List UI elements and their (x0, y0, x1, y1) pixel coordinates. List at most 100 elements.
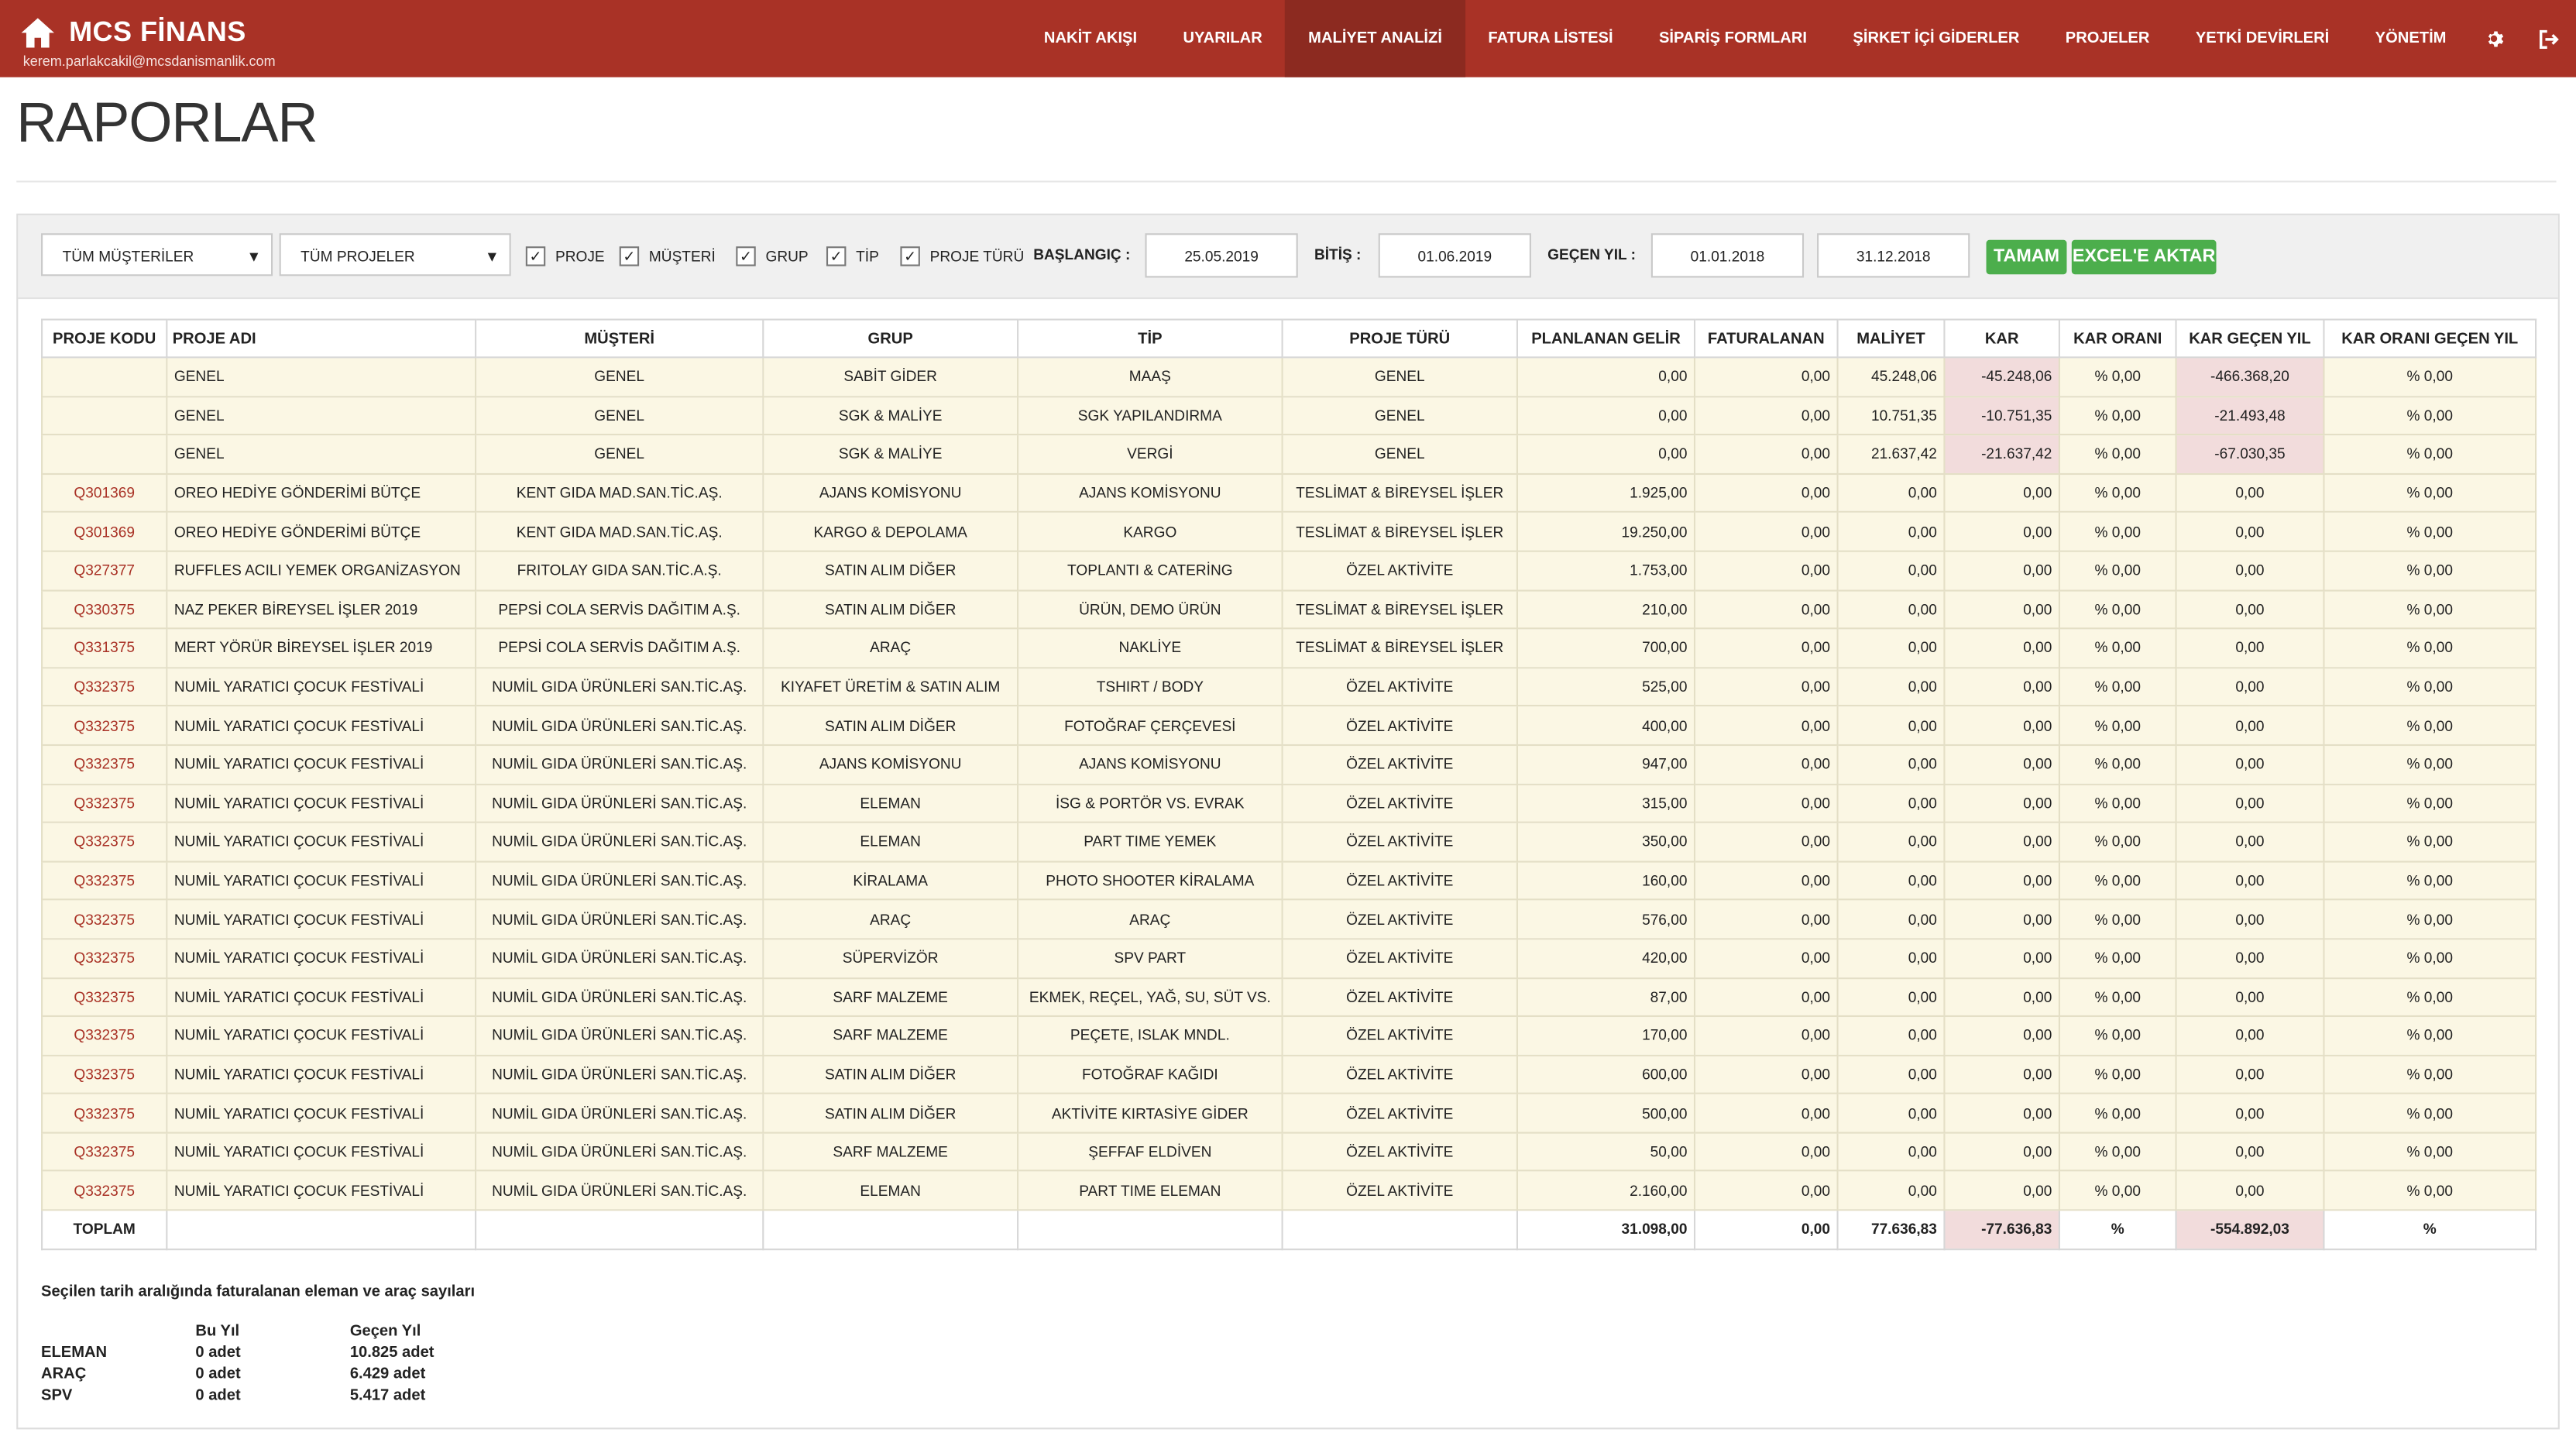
table-row[interactable]: Q332375 NUMİL YARATICI ÇOCUK FESTİVALİ NUM… (41, 666, 2537, 707)
brand[interactable]: MCS FİNANS (19, 16, 246, 49)
table-row[interactable]: Q330375 NAZ PEKER BİREYSEL İŞLER 2019 PEPS… (41, 589, 2537, 630)
cell-profit-last-year: 0,00 (2175, 898, 2325, 940)
checkbox-checked-icon[interactable]: ✓ (900, 246, 920, 266)
checkbox-grup[interactable]: ✓ GRUP (736, 246, 809, 266)
cell-project-code[interactable]: Q332375 (41, 1054, 168, 1095)
cell-project-code[interactable]: Q301369 (41, 472, 168, 513)
end-date-input[interactable]: 01.06.2019 (1378, 233, 1531, 278)
nav-item-uyarilar[interactable]: UYARILAR (1160, 0, 1286, 77)
table-row[interactable]: Q332375 NUMİL YARATICI ÇOCUK FESTİVALİ NUM… (41, 1170, 2537, 1211)
table-row[interactable]: Q332375 NUMİL YARATICI ÇOCUK FESTİVALİ NUM… (41, 1132, 2537, 1173)
cell-project-code[interactable]: Q332375 (41, 938, 168, 979)
cell-cost: 0,00 (1836, 666, 1946, 707)
table-row[interactable]: Q332375 NUMİL YARATICI ÇOCUK FESTİVALİ NUM… (41, 898, 2537, 940)
cell-project-code[interactable]: Q332375 (41, 1015, 168, 1056)
checkbox-proje[interactable]: ✓ PROJE (525, 246, 605, 266)
nav-item-nakit-akisi[interactable]: NAKİT AKIŞI (1021, 0, 1160, 77)
cell-invoiced: 0,00 (1693, 666, 1839, 707)
table-row[interactable]: GENEL GENEL SGK & MALİYE VERGİ GENEL 0,00 0,00… (41, 434, 2537, 475)
table-row[interactable]: Q332375 NUMİL YARATICI ÇOCUK FESTİVALİ NUM… (41, 860, 2537, 902)
column-header[interactable]: GRUP (762, 318, 1019, 359)
table-row[interactable]: Q301369 OREO HEDİYE GÖNDERİMİ BÜTÇE KENT G… (41, 472, 2537, 513)
cell-profit-last-year: 0,00 (2175, 744, 2325, 785)
column-header[interactable]: FATURALANAN (1693, 318, 1839, 359)
cell-project-code[interactable]: Q330375 (41, 589, 168, 630)
cell-group: ELEMAN (762, 821, 1019, 863)
cell-project-code[interactable] (41, 356, 168, 397)
table-row[interactable]: GENEL GENEL SABİT GİDER MAAŞ GENEL 0,00 0,00 45… (41, 356, 2537, 397)
prev-year-start-input[interactable]: 01.01.2018 (1650, 233, 1805, 278)
column-header[interactable]: PROJE ADI (166, 318, 477, 359)
cell-project-code[interactable]: Q332375 (41, 1170, 168, 1211)
gear-icon[interactable] (2469, 0, 2522, 77)
cell-project-code[interactable] (41, 395, 168, 436)
column-header[interactable]: KAR (1943, 318, 2060, 359)
cell-project-code[interactable]: Q332375 (41, 666, 168, 707)
column-header[interactable]: KAR ORANI GEÇEN YIL (2323, 318, 2537, 359)
column-header[interactable]: PROJE KODU (41, 318, 168, 359)
checkbox-checked-icon[interactable]: ✓ (619, 246, 640, 266)
start-date-input[interactable]: 25.05.2019 (1145, 233, 1298, 278)
logout-icon[interactable] (2522, 0, 2576, 77)
nav-item-yetki-devirleri[interactable]: YETKİ DEVİRLERİ (2172, 0, 2352, 77)
table-row[interactable]: Q332375 NUMİL YARATICI ÇOCUK FESTİVALİ NUM… (41, 782, 2537, 823)
top-navbar: MCS FİNANS kerem.parlakcakil@mcsdanisman… (0, 0, 2576, 77)
cell-project-code[interactable]: Q332375 (41, 705, 168, 746)
cell-cost: 0,00 (1836, 860, 1946, 902)
nav-item-fatura-listesi[interactable]: FATURA LİSTESİ (1465, 0, 1637, 77)
checkbox-proje-turu[interactable]: ✓ PROJE TÜRÜ (900, 246, 1024, 266)
cell-customer: NUMİL GIDA ÜRÜNLERİ SAN.TİC.AŞ. (475, 821, 764, 863)
table-row[interactable]: Q332375 NUMİL YARATICI ÇOCUK FESTİVALİ NUM… (41, 1054, 2537, 1095)
cell-project-code[interactable]: Q331375 (41, 627, 168, 668)
cell-project-code[interactable]: Q332375 (41, 782, 168, 823)
table-row[interactable]: Q332375 NUMİL YARATICI ÇOCUK FESTİVALİ NUM… (41, 977, 2537, 1018)
checkbox-musteri[interactable]: ✓ MÜŞTERİ (619, 246, 716, 266)
nav-item-sirket-ici-giderler[interactable]: ŞİRKET İÇİ GİDERLER (1830, 0, 2042, 77)
export-excel-button[interactable]: EXCEL'E AKTAR (2071, 239, 2217, 275)
checkbox-checked-icon[interactable]: ✓ (525, 246, 546, 266)
column-header[interactable]: TİP (1017, 318, 1283, 359)
project-select[interactable]: TÜM PROJELER ▼ (279, 233, 511, 276)
table-row[interactable]: Q332375 NUMİL YARATICI ÇOCUK FESTİVALİ NUM… (41, 1093, 2537, 1134)
column-header[interactable]: MÜŞTERİ (475, 318, 764, 359)
customer-select[interactable]: TÜM MÜŞTERİLER ▼ (41, 233, 273, 276)
nav-item-siparis-formlari[interactable]: SİPARİŞ FORMLARI (1636, 0, 1829, 77)
cell-project-code[interactable]: Q332375 (41, 977, 168, 1018)
cell-project-code[interactable]: Q327377 (41, 550, 168, 591)
column-header[interactable]: KAR ORANI (2058, 318, 2177, 359)
table-row[interactable]: GENEL GENEL SGK & MALİYE SGK YAPILANDIRMA GE… (41, 395, 2537, 436)
column-header[interactable]: PLANLANAN GELİR (1516, 318, 1696, 359)
cell-project-code[interactable]: Q332375 (41, 821, 168, 863)
cell-profit: 0,00 (1943, 938, 2060, 979)
prev-year-end-input[interactable]: 31.12.2018 (1817, 233, 1970, 278)
table-row[interactable]: Q301369 OREO HEDİYE GÖNDERİMİ BÜTÇE KENT G… (41, 511, 2537, 552)
checkbox-checked-icon[interactable]: ✓ (736, 246, 756, 266)
column-header[interactable]: MALİYET (1836, 318, 1946, 359)
table-row[interactable]: Q332375 NUMİL YARATICI ÇOCUK FESTİVALİ NUM… (41, 744, 2537, 785)
checkbox-checked-icon[interactable]: ✓ (826, 246, 847, 266)
cell-project-code[interactable] (41, 434, 168, 475)
table-row[interactable]: Q332375 NUMİL YARATICI ÇOCUK FESTİVALİ NUM… (41, 938, 2537, 979)
nav-item-projeler[interactable]: PROJELER (2042, 0, 2172, 77)
column-header[interactable]: PROJE TÜRÜ (1281, 318, 1518, 359)
cell-project-code[interactable]: Q332375 (41, 898, 168, 940)
cell-project-code[interactable]: Q332375 (41, 1093, 168, 1134)
table-row[interactable]: Q332375 NUMİL YARATICI ÇOCUK FESTİVALİ NUM… (41, 1015, 2537, 1056)
cell-project-code[interactable]: Q332375 (41, 860, 168, 902)
cell-project-code[interactable]: Q301369 (41, 511, 168, 552)
nav-item-maliyet-analizi[interactable]: MALİYET ANALİZİ (1285, 0, 1465, 77)
ok-button[interactable]: TAMAM (1986, 239, 2067, 275)
cell-project-code[interactable]: Q332375 (41, 744, 168, 785)
table-row[interactable]: Q327377 RUFFLES ACILI YEMEK ORGANİZASYON F… (41, 550, 2537, 591)
nav-item-yonetim[interactable]: YÖNETİM (2352, 0, 2469, 77)
cell-project-code[interactable]: Q332375 (41, 1132, 168, 1173)
table-row[interactable]: Q332375 NUMİL YARATICI ÇOCUK FESTİVALİ NUM… (41, 705, 2537, 746)
home-icon[interactable] (19, 16, 56, 49)
cell-profit-last-year: 0,00 (2175, 472, 2325, 513)
cell-invoiced: 0,00 (1693, 550, 1839, 591)
table-row[interactable]: Q331375 MERT YÖRÜR BİREYSEL İŞLER 2019 PEP… (41, 627, 2537, 668)
table-row[interactable]: Q332375 NUMİL YARATICI ÇOCUK FESTİVALİ NUM… (41, 821, 2537, 863)
checkbox-tip[interactable]: ✓ TİP (826, 246, 879, 266)
cell-group: SATIN ALIM DİĞER (762, 705, 1019, 746)
column-header[interactable]: KAR GEÇEN YIL (2175, 318, 2325, 359)
